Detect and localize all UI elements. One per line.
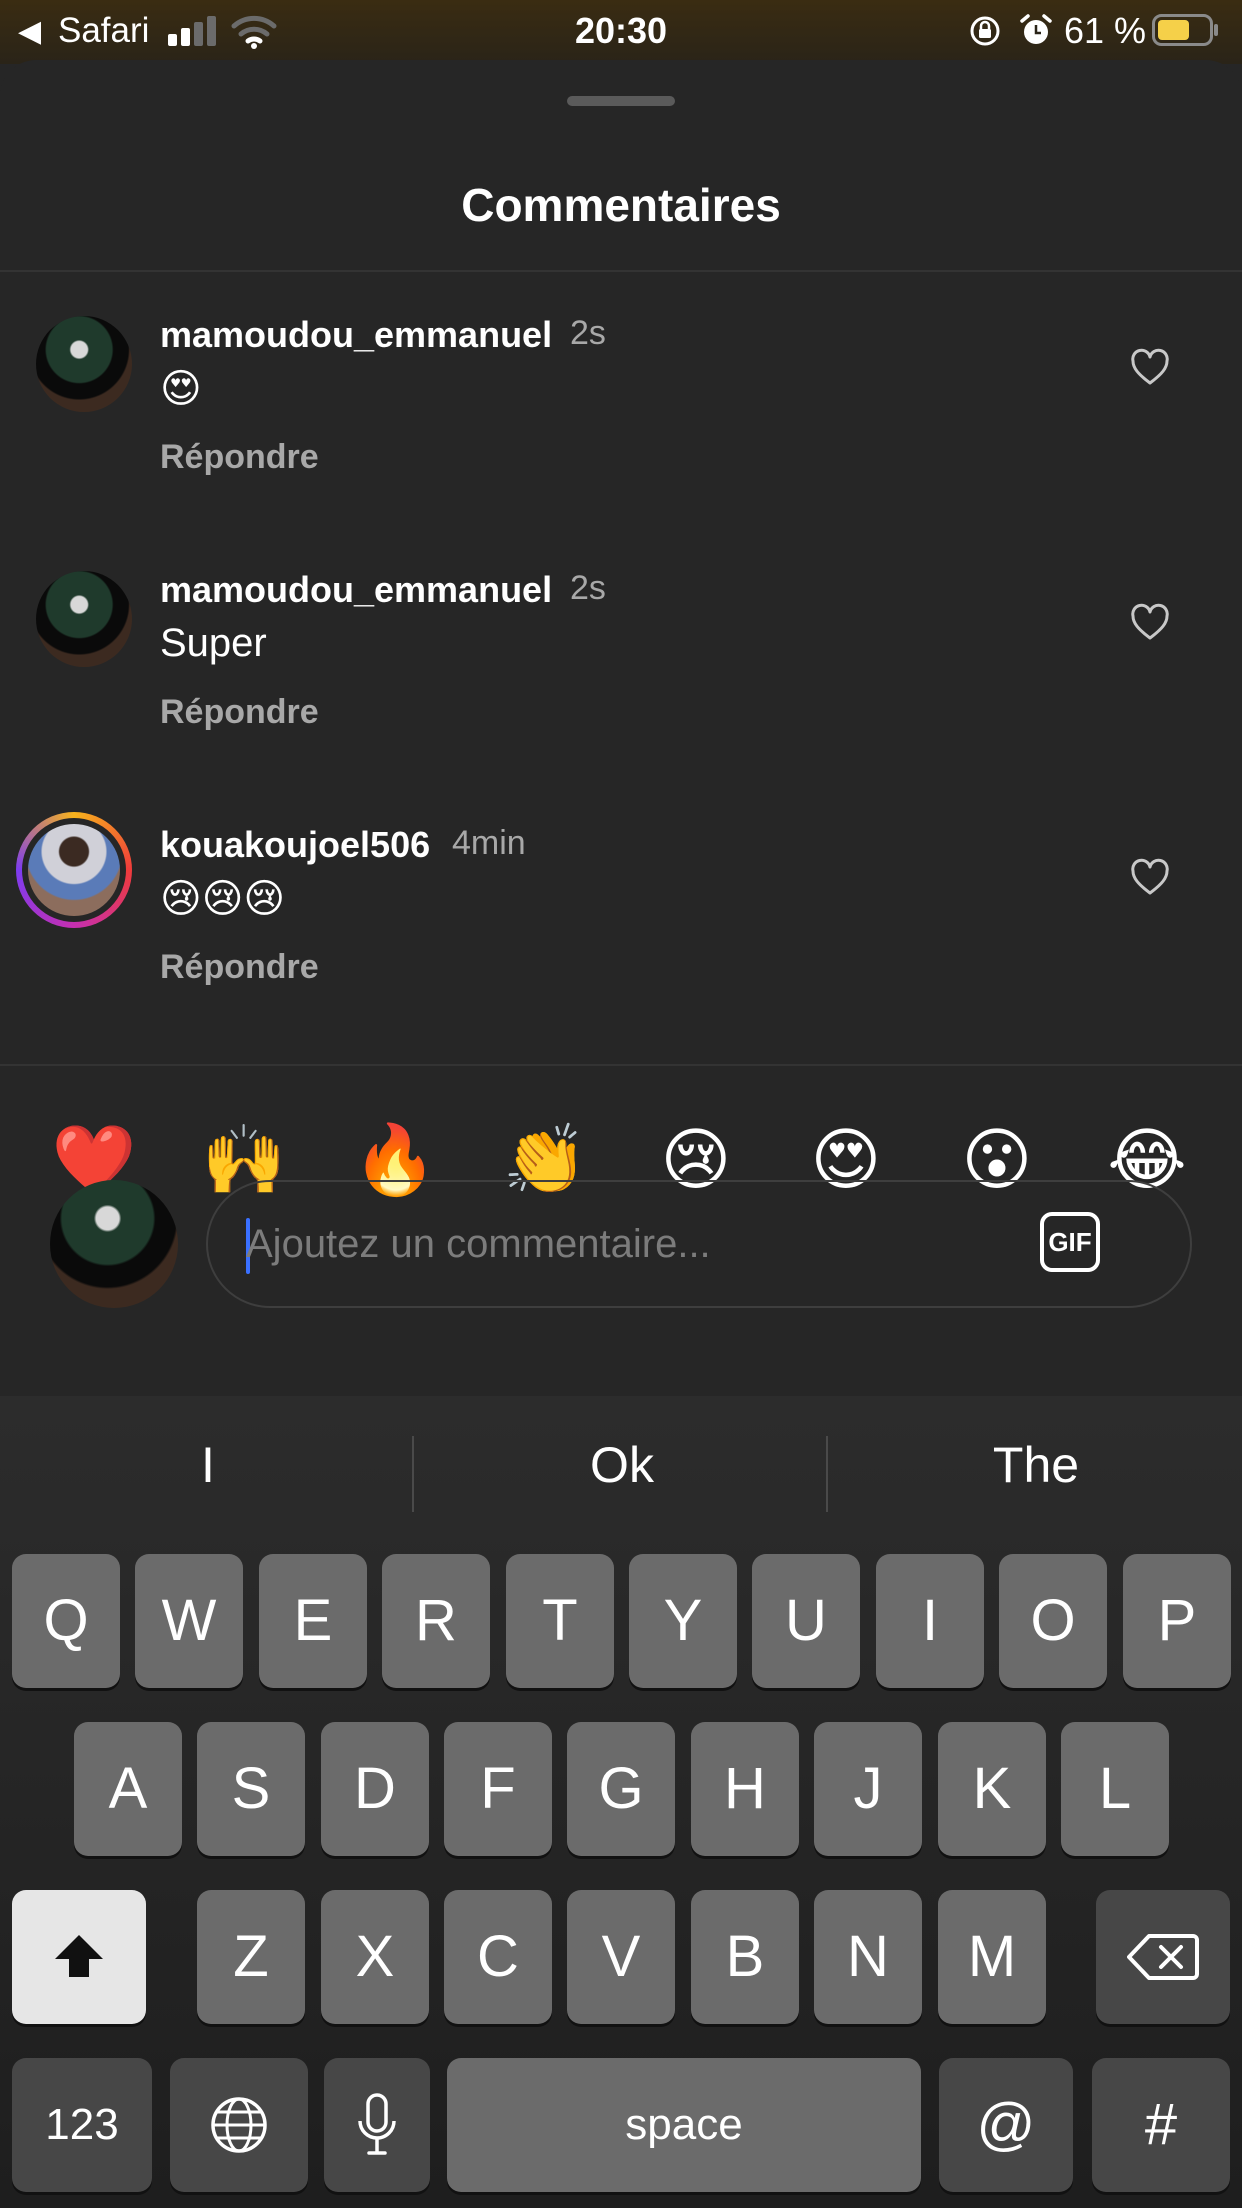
key-b[interactable]: B: [691, 1890, 799, 2024]
avatar[interactable]: [36, 571, 132, 667]
avatar: [28, 824, 120, 916]
key-s[interactable]: S: [197, 1722, 305, 1856]
key-c[interactable]: C: [444, 1890, 552, 2024]
avatar-story-ring[interactable]: [16, 812, 132, 928]
heart-icon[interactable]: [1130, 603, 1170, 643]
sheet-title: Commentaires: [461, 179, 781, 231]
sheet-drag-handle[interactable]: [567, 96, 675, 106]
numbers-key[interactable]: 123: [12, 2058, 152, 2192]
comment-text: 😢😢😢: [160, 877, 286, 921]
key-u[interactable]: U: [752, 1554, 860, 1688]
key-g[interactable]: G: [567, 1722, 675, 1856]
at-key[interactable]: @: [939, 2058, 1073, 2192]
key-d[interactable]: D: [321, 1722, 429, 1856]
reply-button[interactable]: Répondre: [160, 948, 319, 987]
key-l[interactable]: L: [1061, 1722, 1169, 1856]
comment-username[interactable]: kouakoujoel506: [160, 824, 430, 866]
microphone-icon: [358, 2093, 396, 2155]
key-q[interactable]: Q: [12, 1554, 120, 1688]
key-m[interactable]: M: [938, 1890, 1046, 2024]
battery-icon: [1152, 14, 1218, 46]
comment-username[interactable]: mamoudou_emmanuel: [160, 314, 552, 356]
key-i[interactable]: I: [876, 1554, 984, 1688]
key-p[interactable]: P: [1123, 1554, 1231, 1688]
key-h[interactable]: H: [691, 1722, 799, 1856]
suggestion-2[interactable]: Ok: [416, 1436, 828, 1494]
comment-time: 2s: [570, 569, 606, 607]
header-divider: [0, 270, 1242, 272]
comment-username[interactable]: mamoudou_emmanuel: [160, 569, 552, 611]
heart-icon[interactable]: [1130, 348, 1170, 388]
key-a[interactable]: A: [74, 1722, 182, 1856]
key-o[interactable]: O: [999, 1554, 1107, 1688]
comment-input[interactable]: Ajoutez un commentaire... GIF: [206, 1180, 1192, 1308]
shift-key[interactable]: [12, 1890, 146, 2024]
suggestion-1[interactable]: I: [2, 1436, 414, 1494]
battery-percent: 61 %: [1064, 10, 1147, 51]
comment-item: mamoudou_emmanuel 2s 😍 Répondre: [0, 314, 1242, 546]
comment-input-placeholder: Ajoutez un commentaire...: [246, 1222, 711, 1266]
avatar[interactable]: [36, 316, 132, 412]
comment-text: Super: [160, 621, 267, 665]
key-e[interactable]: E: [259, 1554, 367, 1688]
delete-key[interactable]: [1096, 1890, 1230, 2024]
space-key[interactable]: space: [447, 2058, 921, 2192]
rotation-lock-icon: [970, 16, 1000, 46]
comment-item: mamoudou_emmanuel 2s Super Répondre: [0, 569, 1242, 801]
comment-time: 4min: [452, 824, 526, 862]
hash-key[interactable]: #: [1092, 2058, 1230, 2192]
alarm-icon: [1020, 14, 1052, 44]
clock: 20:30: [574, 10, 668, 51]
dictation-key[interactable]: [324, 2058, 430, 2192]
reply-button[interactable]: Répondre: [160, 693, 319, 732]
predictive-bar: I Ok The: [0, 1396, 1242, 1546]
globe-key[interactable]: [170, 2058, 308, 2192]
emoji-bar-divider: [0, 1064, 1242, 1066]
key-z[interactable]: Z: [197, 1890, 305, 2024]
key-j[interactable]: J: [814, 1722, 922, 1856]
key-x[interactable]: X: [321, 1890, 429, 2024]
comments-sheet: Commentaires mamoudou_emmanuel 2s 😍 Répo…: [0, 60, 1242, 1396]
key-f[interactable]: F: [444, 1722, 552, 1856]
shift-arrow-icon: [55, 1935, 103, 1977]
key-w[interactable]: W: [135, 1554, 243, 1688]
heart-icon[interactable]: [1130, 858, 1170, 898]
key-k[interactable]: K: [938, 1722, 1046, 1856]
suggestion-3[interactable]: The: [830, 1436, 1242, 1494]
globe-icon: [211, 2097, 267, 2153]
current-user-avatar: [50, 1180, 178, 1308]
backspace-icon: [1127, 1934, 1199, 1980]
gif-button[interactable]: GIF: [1040, 1212, 1100, 1272]
comment-time: 2s: [570, 314, 606, 352]
reply-button[interactable]: Répondre: [160, 438, 319, 477]
keyboard: I Ok The Q W E R T Y U I O P A S D F G H…: [0, 1396, 1242, 2208]
key-v[interactable]: V: [567, 1890, 675, 2024]
key-n[interactable]: N: [814, 1890, 922, 2024]
status-bar: ◀ Safari 20:30 61 %: [0, 0, 1242, 64]
comment-text: 😍: [160, 367, 202, 411]
key-y[interactable]: Y: [629, 1554, 737, 1688]
key-t[interactable]: T: [506, 1554, 614, 1688]
key-r[interactable]: R: [382, 1554, 490, 1688]
comment-item: kouakoujoel506 4min 😢😢😢 Répondre: [0, 812, 1242, 1056]
